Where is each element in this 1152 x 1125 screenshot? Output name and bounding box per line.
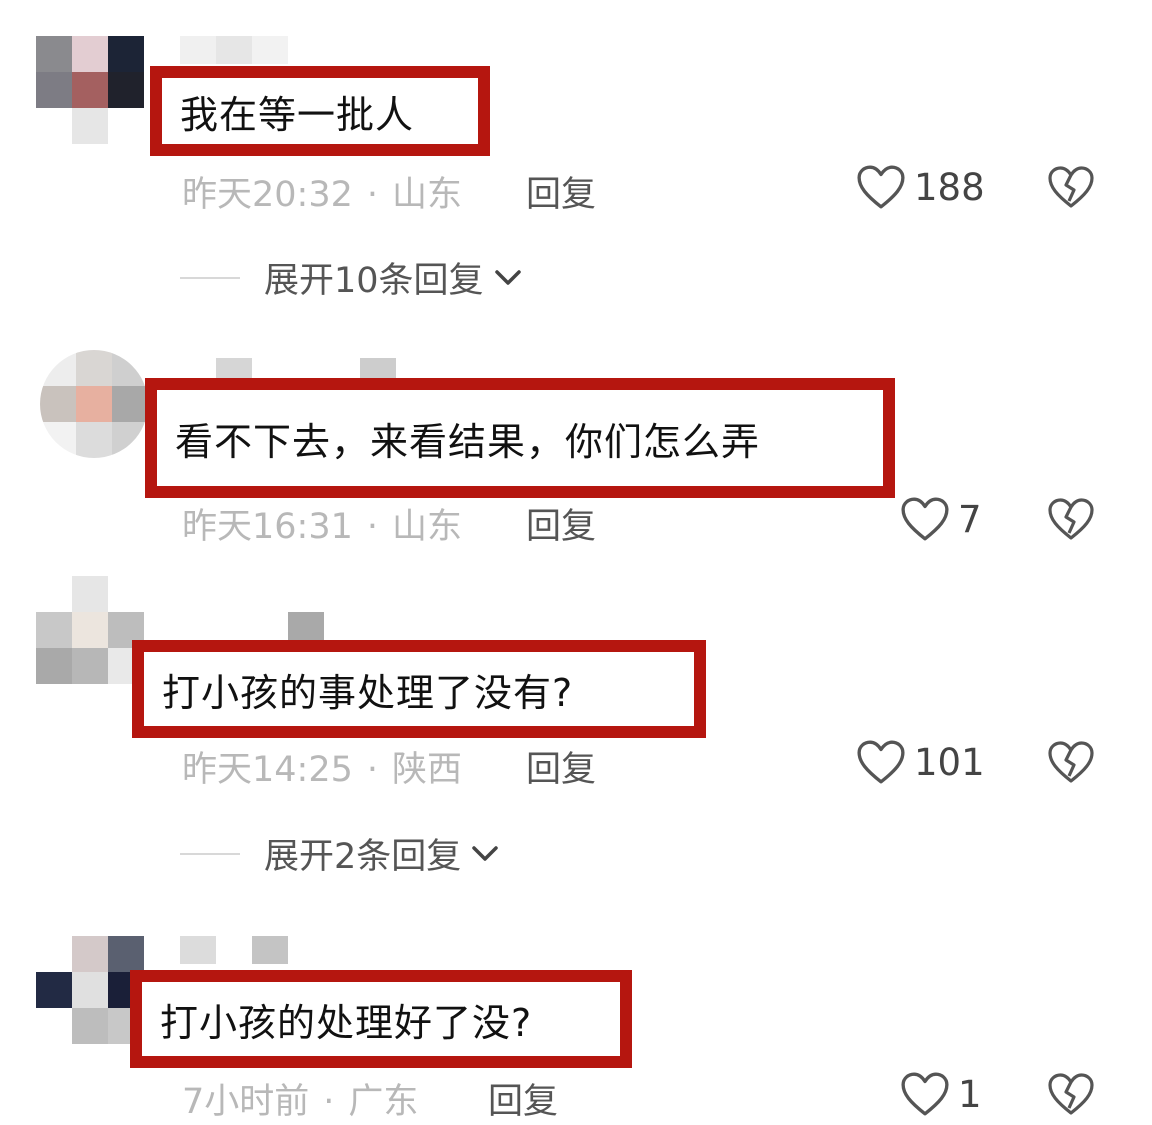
reply-button[interactable]: 回复 (488, 1073, 558, 1124)
expand-replies-label: 展开10条回复 (264, 261, 484, 301)
heart-outline-icon (857, 740, 905, 784)
comment-text: 打小孩的事处理了没有? (162, 670, 574, 715)
comment-text-highlight: 看不下去，来看结果，你们怎么弄 (145, 378, 895, 498)
expand-replies-button[interactable]: 展开10条回复 (180, 252, 524, 303)
comment-text-highlight: 打小孩的事处理了没有? (132, 640, 706, 738)
avatar[interactable] (40, 350, 148, 458)
divider-line (180, 276, 240, 279)
broken-heart-icon[interactable] (1047, 1071, 1095, 1117)
chevron-down-icon (494, 269, 521, 285)
comment-meta: 昨天14:25 · 陕西 (182, 741, 462, 792)
comment-region: 广东 (348, 1082, 419, 1122)
reply-button[interactable]: 回复 (526, 741, 596, 792)
like-button[interactable]: 101 (856, 737, 985, 787)
like-count: 1 (958, 1072, 982, 1116)
broken-heart-icon[interactable] (1047, 739, 1095, 785)
comment-text: 我在等一批人 (180, 92, 415, 137)
comment-region: 陕西 (392, 750, 463, 790)
broken-heart-icon[interactable] (1047, 496, 1095, 542)
comment-meta: 昨天20:32 · 山东 (182, 166, 462, 217)
chevron-down-icon (472, 845, 499, 861)
meta-separator: · (366, 750, 379, 790)
like-count: 101 (914, 740, 985, 784)
broken-heart-icon[interactable] (1047, 164, 1095, 210)
username[interactable] (216, 358, 396, 386)
comment-region: 山东 (392, 507, 463, 547)
heart-outline-icon (857, 165, 905, 209)
like-button[interactable]: 7 (900, 494, 982, 544)
heart-outline-icon (901, 497, 949, 541)
like-button[interactable]: 1 (900, 1069, 982, 1119)
avatar[interactable] (36, 576, 144, 684)
comment-text: 看不下去，来看结果，你们怎么弄 (175, 419, 761, 464)
comment-time: 昨天20:32 (182, 175, 353, 215)
divider-line (180, 852, 240, 855)
avatar[interactable] (36, 936, 144, 1044)
like-count: 188 (914, 165, 985, 209)
expand-replies-label: 展开2条回复 (264, 837, 462, 877)
comment-region: 山东 (392, 175, 463, 215)
reply-button[interactable]: 回复 (526, 498, 596, 549)
reply-button[interactable]: 回复 (526, 166, 596, 217)
like-button[interactable]: 188 (856, 162, 985, 212)
comment-item: 我在等一批人 昨天20:32 · 山东 回复 188 展开10条回复 (0, 0, 1152, 320)
username[interactable] (180, 612, 330, 640)
like-count: 7 (958, 497, 982, 541)
comment-text: 打小孩的处理好了没? (160, 1000, 533, 1045)
expand-replies-button[interactable]: 展开2条回复 (180, 828, 501, 879)
comment-text-highlight: 我在等一批人 (150, 66, 490, 156)
heart-outline-icon (901, 1072, 949, 1116)
comment-meta: 7小时前 · 广东 (182, 1073, 418, 1124)
comment-text-highlight: 打小孩的处理好了没? (130, 970, 632, 1068)
comment-meta: 昨天16:31 · 山东 (182, 498, 462, 549)
meta-separator: · (366, 175, 379, 215)
username[interactable] (180, 936, 290, 964)
comment-time: 昨天16:31 (182, 507, 353, 547)
meta-separator: · (323, 1082, 335, 1122)
username[interactable] (180, 36, 290, 64)
comment-time: 7小时前 (182, 1082, 310, 1122)
meta-separator: · (366, 507, 379, 547)
avatar[interactable] (36, 36, 144, 144)
comment-time: 昨天14:25 (182, 750, 353, 790)
